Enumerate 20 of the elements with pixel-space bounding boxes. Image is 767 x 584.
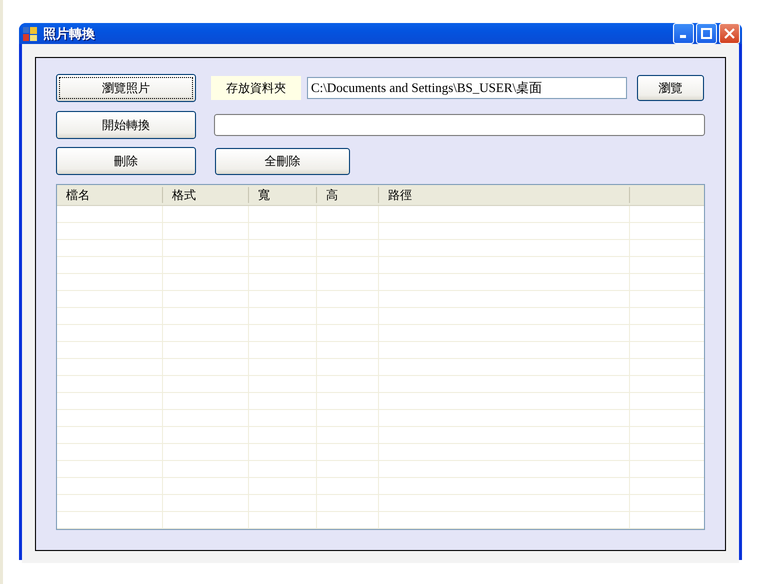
column-header[interactable]: 寬 (249, 187, 317, 203)
input-field[interactable] (214, 114, 705, 136)
save-folder-field[interactable]: C:\Documents and Settings\BS_USER\桌面 (307, 77, 627, 99)
save-folder-label: 存放資料夾 (211, 76, 301, 100)
window-title: 照片轉換 (43, 26, 96, 42)
column-header[interactable]: 格式 (163, 187, 249, 203)
column-header[interactable]: 檔名 (57, 187, 163, 203)
close-button[interactable] (719, 23, 740, 44)
delete-all-button[interactable]: 全刪除 (215, 148, 350, 174)
browse-button[interactable]: 瀏覽 (637, 75, 704, 101)
app-icon (22, 26, 38, 42)
maximize-button[interactable] (696, 23, 717, 44)
start-convert-button[interactable]: 開始轉換 (56, 111, 196, 139)
minimize-button[interactable] (673, 23, 694, 44)
column-header[interactable]: 路徑 (379, 187, 630, 203)
column-header[interactable]: 高 (317, 187, 379, 203)
browse-photos-button[interactable]: 瀏覽照片 (56, 74, 196, 102)
delete-button[interactable]: 刪除 (56, 147, 196, 175)
close-icon (724, 28, 735, 39)
maximize-icon (701, 28, 712, 39)
